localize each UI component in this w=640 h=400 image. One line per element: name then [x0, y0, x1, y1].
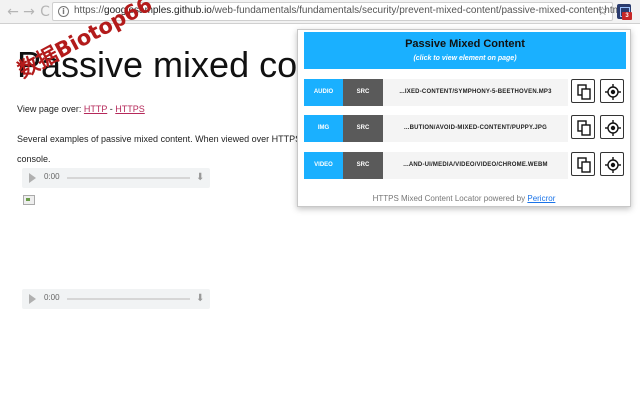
https-link[interactable]: HTTPS — [115, 104, 145, 114]
content-type: AUDIO — [304, 79, 343, 106]
locate-button[interactable] — [600, 115, 624, 139]
crosshair-icon — [605, 157, 621, 173]
extension-badge: 3 — [622, 12, 632, 20]
content-attr: SRC — [343, 115, 383, 142]
download-icon[interactable]: ⬇ — [196, 293, 204, 305]
content-url[interactable]: ...AND-UI/MEDIA/VIDEO/VIDEO/CHROME.WEBM — [383, 152, 568, 179]
footer-text: HTTPS Mixed Content Locator powered by — [372, 194, 526, 203]
audio-player[interactable]: 0:00 ⬇ — [22, 168, 210, 188]
copy-button[interactable] — [571, 115, 595, 139]
copy-icon — [577, 120, 591, 136]
popup-footer: HTTPS Mixed Content Locator powered by P… — [298, 194, 630, 203]
popup-subtitle: (click to view element on page) — [413, 55, 517, 62]
copy-icon — [577, 157, 591, 173]
page-description: Several examples of passive mixed conten… — [17, 134, 309, 164]
content-url[interactable]: ...BUTION/AVOID-MIXED-CONTENT/PUPPY.JPG — [383, 115, 568, 142]
video-progress[interactable] — [67, 298, 190, 300]
view-page-over: View page over: HTTP - HTTPS — [17, 104, 145, 114]
content-row-video[interactable]: VIDEO SRC ...AND-UI/MEDIA/VIDEO/VIDEO/CH… — [304, 152, 626, 179]
play-icon[interactable] — [29, 294, 36, 304]
crosshair-icon — [605, 120, 621, 136]
mixed-content-popup: Passive Mixed Content (click to view ele… — [297, 29, 631, 207]
locate-button[interactable] — [600, 152, 624, 176]
content-url[interactable]: ...IXED-CONTENT/SYMPHONY-5-BEETHOVEN.MP3 — [383, 79, 568, 106]
content-row-img[interactable]: IMG SRC ...BUTION/AVOID-MIXED-CONTENT/PU… — [304, 115, 626, 142]
crosshair-icon — [605, 84, 621, 100]
content-attr: SRC — [343, 152, 383, 179]
download-icon[interactable]: ⬇ — [196, 172, 204, 184]
popup-header: Passive Mixed Content (click to view ele… — [304, 32, 626, 69]
video-time: 0:00 — [44, 293, 60, 302]
play-icon[interactable] — [29, 173, 36, 183]
popup-title: Passive Mixed Content — [405, 38, 525, 50]
view-label: View page over: — [17, 104, 82, 114]
locate-button[interactable] — [600, 79, 624, 103]
site-info-icon[interactable]: i — [58, 6, 69, 17]
content-type: VIDEO — [304, 152, 343, 179]
url-path: /web-fundamentals/fundamentals/security/… — [211, 5, 624, 16]
broken-image-icon — [23, 195, 35, 205]
copy-icon — [577, 84, 591, 100]
copy-button[interactable] — [571, 152, 595, 176]
bookmark-star-icon[interactable]: ☆ — [597, 4, 608, 19]
http-link[interactable]: HTTP — [84, 104, 107, 114]
content-type: IMG — [304, 115, 343, 142]
copy-button[interactable] — [571, 79, 595, 103]
content-row-audio[interactable]: AUDIO SRC ...IXED-CONTENT/SYMPHONY-5-BEE… — [304, 79, 626, 106]
content-attr: SRC — [343, 79, 383, 106]
audio-progress[interactable] — [67, 177, 190, 179]
link-separator: - — [109, 104, 113, 114]
audio-time: 0:00 — [44, 172, 60, 181]
video-player[interactable]: 0:00 ⬇ — [22, 289, 210, 309]
pericror-link[interactable]: Pericror — [527, 194, 555, 203]
